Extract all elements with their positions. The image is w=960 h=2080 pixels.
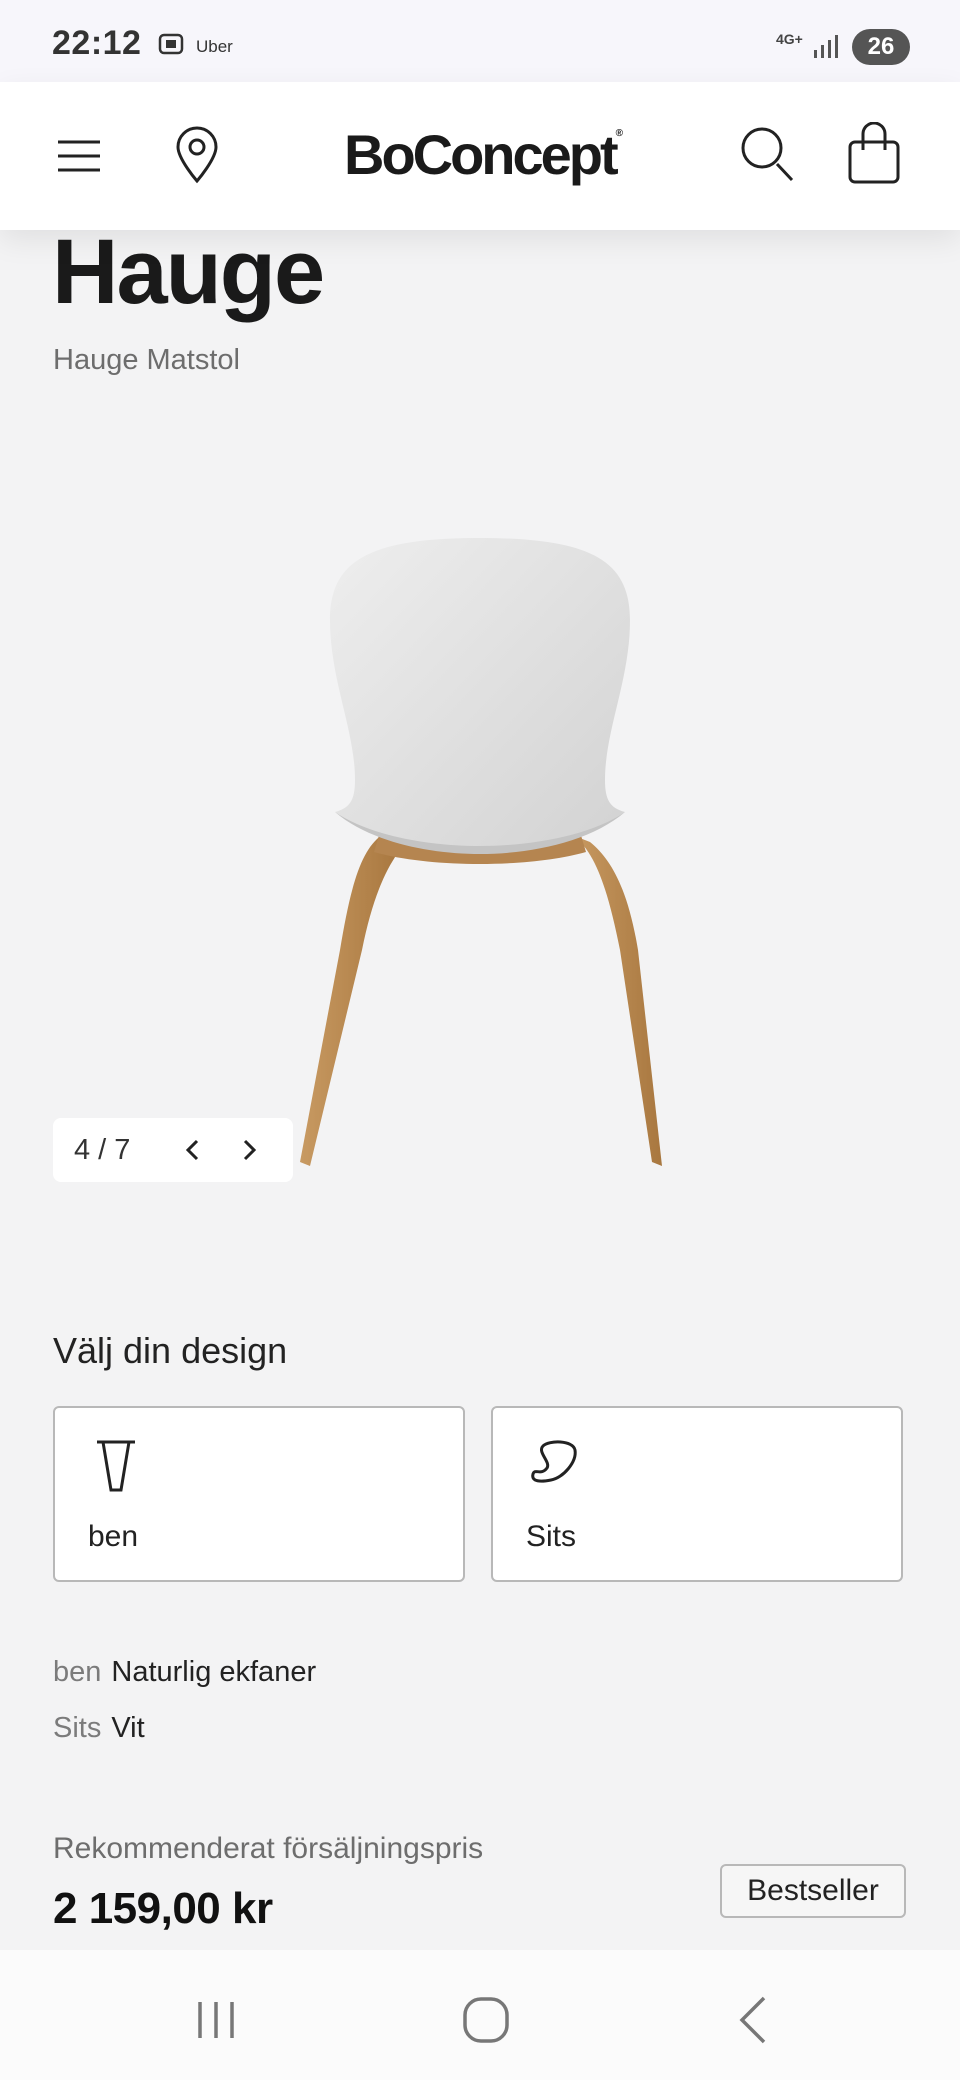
price-value: 2 159,00 kr <box>53 1884 273 1933</box>
chair-leg-icon <box>97 1440 135 1492</box>
product-image-chair <box>300 538 662 1166</box>
gallery-next-button[interactable] <box>233 1134 265 1166</box>
network-type-icon: 4G+ <box>776 31 803 47</box>
back-icon[interactable] <box>726 1990 786 2050</box>
menu-icon[interactable] <box>56 136 102 176</box>
selection-key: ben <box>53 1656 102 1688</box>
battery-indicator: 26 <box>852 29 910 65</box>
status-app-label: Uber <box>196 37 233 56</box>
status-time: 22:12 <box>52 24 142 62</box>
selection-value: Vit <box>111 1712 145 1744</box>
brand-mark: ® <box>615 128 624 139</box>
gallery-counter: 4 / 7 <box>74 1134 131 1166</box>
brand-name: BoConcept <box>344 123 619 186</box>
brand-logo[interactable]: BoConcept® <box>344 122 623 187</box>
battery-level: 26 <box>867 33 895 60</box>
shopping-bag-icon[interactable] <box>846 122 902 184</box>
status-bar: 22:12 Uber 4G+ 26 <box>0 0 960 82</box>
selection-key: Sits <box>53 1712 102 1744</box>
signal-icon <box>814 35 838 58</box>
design-option-label: Sits <box>526 1520 577 1553</box>
screenshot-app-icon <box>158 33 184 55</box>
chevron-left-icon <box>185 1139 199 1161</box>
chevron-right-icon <box>243 1139 257 1161</box>
selection-ben: ben Naturlig ekfaner <box>53 1656 316 1689</box>
site-header: BoConcept® <box>0 82 960 230</box>
price-label: Rekommenderat försäljningspris <box>53 1832 484 1865</box>
selection-value: Naturlig ekfaner <box>111 1656 317 1688</box>
location-pin-icon[interactable] <box>174 126 220 184</box>
bestseller-badge: Bestseller <box>720 1864 906 1918</box>
system-nav-bar <box>0 1950 960 2080</box>
home-icon[interactable] <box>456 1990 516 2050</box>
selection-sits: Sits Vit <box>53 1712 145 1745</box>
design-option-label: ben <box>88 1520 139 1553</box>
design-option-ben[interactable]: ben <box>53 1406 465 1582</box>
design-option-sits[interactable]: Sits <box>491 1406 903 1582</box>
design-heading: Välj din design <box>53 1330 288 1371</box>
product-subtitle: Hauge Matstol <box>53 344 240 376</box>
product-title: Hauge <box>52 221 325 323</box>
recent-apps-icon[interactable] <box>186 1990 246 2050</box>
search-icon[interactable] <box>740 126 796 184</box>
gallery-pager: 4 / 7 <box>53 1118 293 1182</box>
gallery-prev-button[interactable] <box>177 1134 209 1166</box>
badge-label: Bestseller <box>747 1874 879 1907</box>
chair-seat-icon <box>531 1440 577 1483</box>
